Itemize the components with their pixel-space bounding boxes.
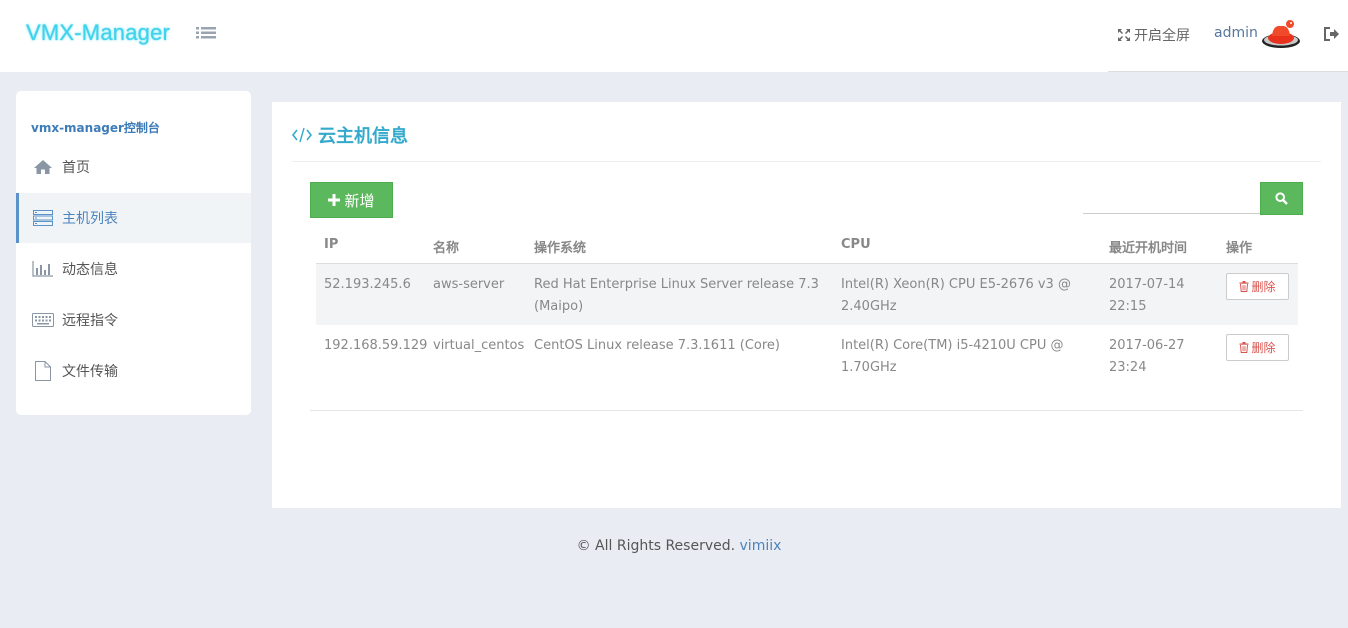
code-icon — [292, 127, 312, 143]
cell-os-line: (Maipo) — [534, 299, 584, 314]
list-icon — [196, 27, 216, 39]
sidebar-item-file-transfer[interactable]: 文件传输 — [16, 346, 251, 396]
cell-boot-date: 2017-07-14 — [1109, 277, 1185, 292]
sidebar-item-label: 文件传输 — [62, 364, 118, 380]
column-header-cpu: CPU — [841, 237, 871, 252]
topbar-divider — [1108, 71, 1348, 72]
sidebar: vmx-manager控制台 首页 主机列表 动态信息 远程指令 文件传输 — [16, 91, 251, 415]
column-header-boot-time: 最近开机时间 — [1109, 241, 1188, 256]
cell-ip: 52.193.245.6 — [324, 277, 411, 292]
logout-button[interactable] — [1324, 27, 1340, 41]
bar-chart-icon — [32, 259, 54, 279]
add-host-button[interactable]: 新增 — [310, 182, 393, 218]
delete-button[interactable]: 删除 — [1226, 334, 1289, 361]
home-icon — [32, 157, 54, 177]
search-input[interactable] — [1083, 184, 1260, 214]
panel-divider — [292, 161, 1321, 162]
sidebar-item-label: 首页 — [62, 160, 90, 176]
cell-cpu-line: Intel(R) Xeon(R) CPU E5-2676 v3 @ — [841, 277, 1071, 292]
sidebar-item-dynamic-info[interactable]: 动态信息 — [16, 244, 251, 294]
column-header-ip: IP — [324, 237, 339, 252]
search-button[interactable] — [1260, 182, 1303, 215]
table-header: IP 名称 操作系统 CPU 最近开机时间 操作 — [316, 232, 1298, 264]
username-link[interactable]: admin — [1214, 25, 1258, 41]
host-info-panel: 云主机信息 新增 IP 名称 操作系统 CPU 最近开机时间 操作 52.193… — [272, 102, 1341, 508]
top-navbar: VMX-Manager 开启全屏 admin — [0, 0, 1348, 72]
column-header-os: 操作系统 — [534, 241, 587, 256]
sidebar-item-remote-command[interactable]: 远程指令 — [16, 295, 251, 345]
cell-os-line: CentOS Linux release 7.3.1611 (Core) — [534, 338, 780, 353]
cell-boot-time: 2017-06-27 23:24 — [1109, 335, 1185, 379]
sidebar-item-label: 主机列表 — [62, 211, 118, 227]
sign-out-icon — [1324, 27, 1339, 41]
cell-cpu: Intel(R) Core(TM) i5-4210U CPU @ 1.70GHz — [841, 335, 1063, 379]
cell-os: CentOS Linux release 7.3.1611 (Core) — [534, 335, 780, 357]
sidebar-item-label: 远程指令 — [62, 313, 118, 329]
copyright-text: © All Rights Reserved. — [576, 538, 736, 554]
file-icon — [32, 361, 54, 381]
keyboard-icon — [32, 310, 54, 330]
fullscreen-label: 开启全屏 — [1134, 28, 1190, 44]
server-icon — [32, 208, 54, 228]
app-logo[interactable]: VMX-Manager — [26, 20, 170, 46]
cell-os: Red Hat Enterprise Linux Server release … — [534, 274, 819, 318]
cell-cpu: Intel(R) Xeon(R) CPU E5-2676 v3 @ 2.40GH… — [841, 274, 1071, 318]
delete-label: 删除 — [1251, 280, 1276, 294]
table-bottom-divider — [310, 410, 1303, 411]
cell-ip: 192.168.59.129 — [324, 338, 428, 353]
column-header-actions: 操作 — [1226, 241, 1253, 256]
footer-link[interactable]: vimiix — [740, 538, 782, 554]
panel-title-text: 云主机信息 — [318, 126, 408, 147]
expand-icon — [1118, 29, 1130, 41]
host-table: IP 名称 操作系统 CPU 最近开机时间 操作 52.193.245.6 aw… — [316, 232, 1298, 386]
cell-cpu-line: 2.40GHz — [841, 299, 897, 314]
cell-boot-clock: 23:24 — [1109, 360, 1147, 375]
cell-boot-date: 2017-06-27 — [1109, 338, 1185, 353]
panel-title: 云主机信息 — [292, 122, 408, 148]
sidebar-item-home[interactable]: 首页 — [16, 142, 251, 192]
cell-cpu-line: Intel(R) Core(TM) i5-4210U CPU @ — [841, 338, 1064, 353]
trash-icon — [1239, 342, 1249, 353]
cell-cpu-line: 1.70GHz — [841, 360, 897, 375]
sidebar-title: vmx-manager控制台 — [31, 121, 160, 135]
cell-name: aws-server — [433, 277, 505, 292]
cell-os-line: Red Hat Enterprise Linux Server release … — [534, 277, 819, 292]
cell-name: virtual_centos — [433, 338, 525, 353]
fullscreen-toggle[interactable]: 开启全屏 — [1117, 25, 1190, 45]
delete-button[interactable]: 删除 — [1226, 273, 1289, 300]
cell-boot-clock: 22:15 — [1109, 299, 1147, 314]
table-row: 192.168.59.129 virtual_centos CentOS Lin… — [316, 325, 1298, 386]
search-icon — [1275, 192, 1288, 205]
plus-icon — [328, 194, 341, 206]
column-header-name: 名称 — [433, 241, 460, 256]
trash-icon — [1239, 281, 1249, 292]
delete-label: 删除 — [1251, 341, 1276, 355]
add-button-label: 新增 — [344, 191, 375, 210]
sidebar-item-label: 动态信息 — [62, 262, 118, 278]
cell-boot-time: 2017-07-14 22:15 — [1109, 274, 1185, 318]
sidebar-item-host-list[interactable]: 主机列表 — [16, 193, 251, 243]
menu-toggle-button[interactable] — [196, 26, 216, 42]
table-row: 52.193.245.6 aws-server Red Hat Enterpri… — [316, 264, 1298, 325]
footer: © All Rights Reserved. vimiix — [0, 538, 1348, 554]
avatar-icon — [1262, 20, 1300, 48]
user-avatar[interactable] — [1260, 17, 1302, 49]
